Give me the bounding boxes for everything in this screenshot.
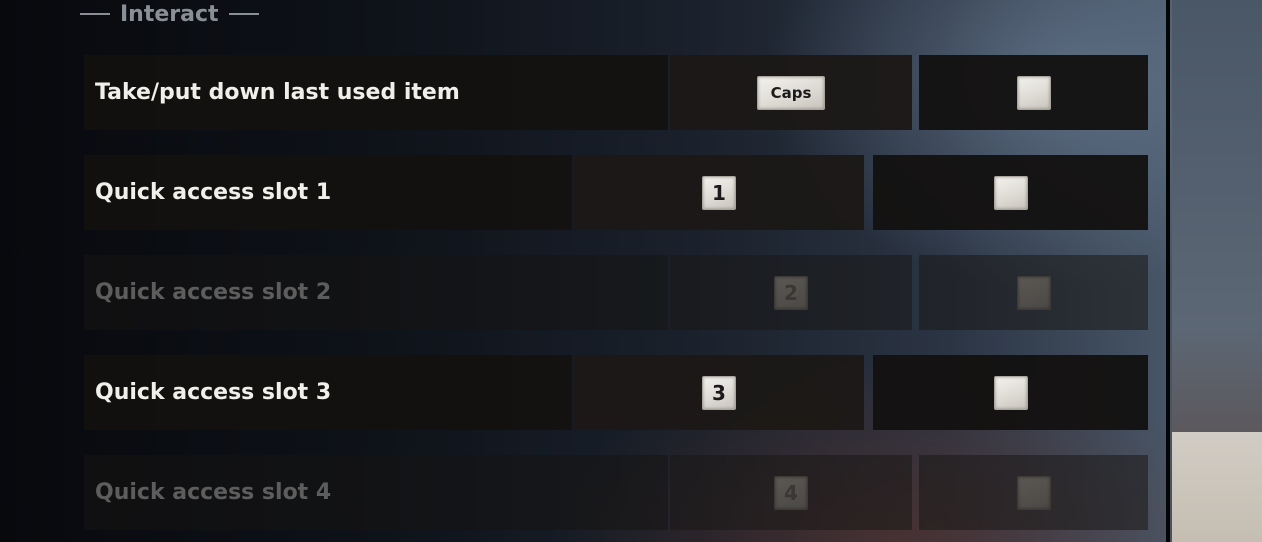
keycap: 3 (702, 375, 736, 410)
keybind-label: Quick access slot 4 (84, 455, 668, 530)
keycap-empty (1016, 275, 1051, 310)
primary-binding[interactable]: Caps (670, 55, 912, 130)
primary-binding: 4 (670, 455, 912, 530)
secondary-binding[interactable] (873, 155, 1148, 230)
keycap: 1 (702, 175, 736, 210)
keybind-row[interactable]: Quick access slot 3 3 (84, 355, 1148, 430)
keybind-label: Quick access slot 1 (84, 155, 572, 230)
primary-binding: 2 (670, 255, 912, 330)
keybind-row: Quick access slot 4 4 (84, 455, 1148, 530)
section-header: Interact (80, 0, 259, 28)
keycap-empty (1016, 75, 1051, 110)
keybind-label: Take/put down last used item (84, 55, 668, 130)
primary-binding[interactable]: 3 (574, 355, 864, 430)
keycap-empty (993, 375, 1028, 410)
keycap: Caps (757, 75, 825, 110)
keybind-label: Quick access slot 2 (84, 255, 668, 330)
section-title: Interact (120, 1, 219, 27)
keybind-label: Quick access slot 3 (84, 355, 572, 430)
secondary-binding[interactable] (919, 55, 1148, 130)
header-dash-right (228, 13, 259, 15)
secondary-binding (919, 255, 1148, 330)
keybind-row: Quick access slot 2 2 (84, 255, 1148, 330)
keycap: 2 (774, 275, 808, 310)
secondary-binding[interactable] (873, 355, 1148, 430)
keycap-empty (993, 175, 1028, 210)
keybind-row[interactable]: Quick access slot 1 1 (84, 155, 1148, 230)
keybind-row[interactable]: Take/put down last used item Caps (84, 55, 1148, 130)
primary-binding[interactable]: 1 (574, 155, 864, 230)
header-dash-left (80, 13, 110, 15)
background-decoration (1172, 432, 1262, 542)
panel-divider (1166, 0, 1170, 542)
keycap: 4 (774, 475, 808, 510)
background-side-panel (1172, 0, 1262, 542)
secondary-binding (919, 455, 1148, 530)
keycap-empty (1016, 475, 1051, 510)
